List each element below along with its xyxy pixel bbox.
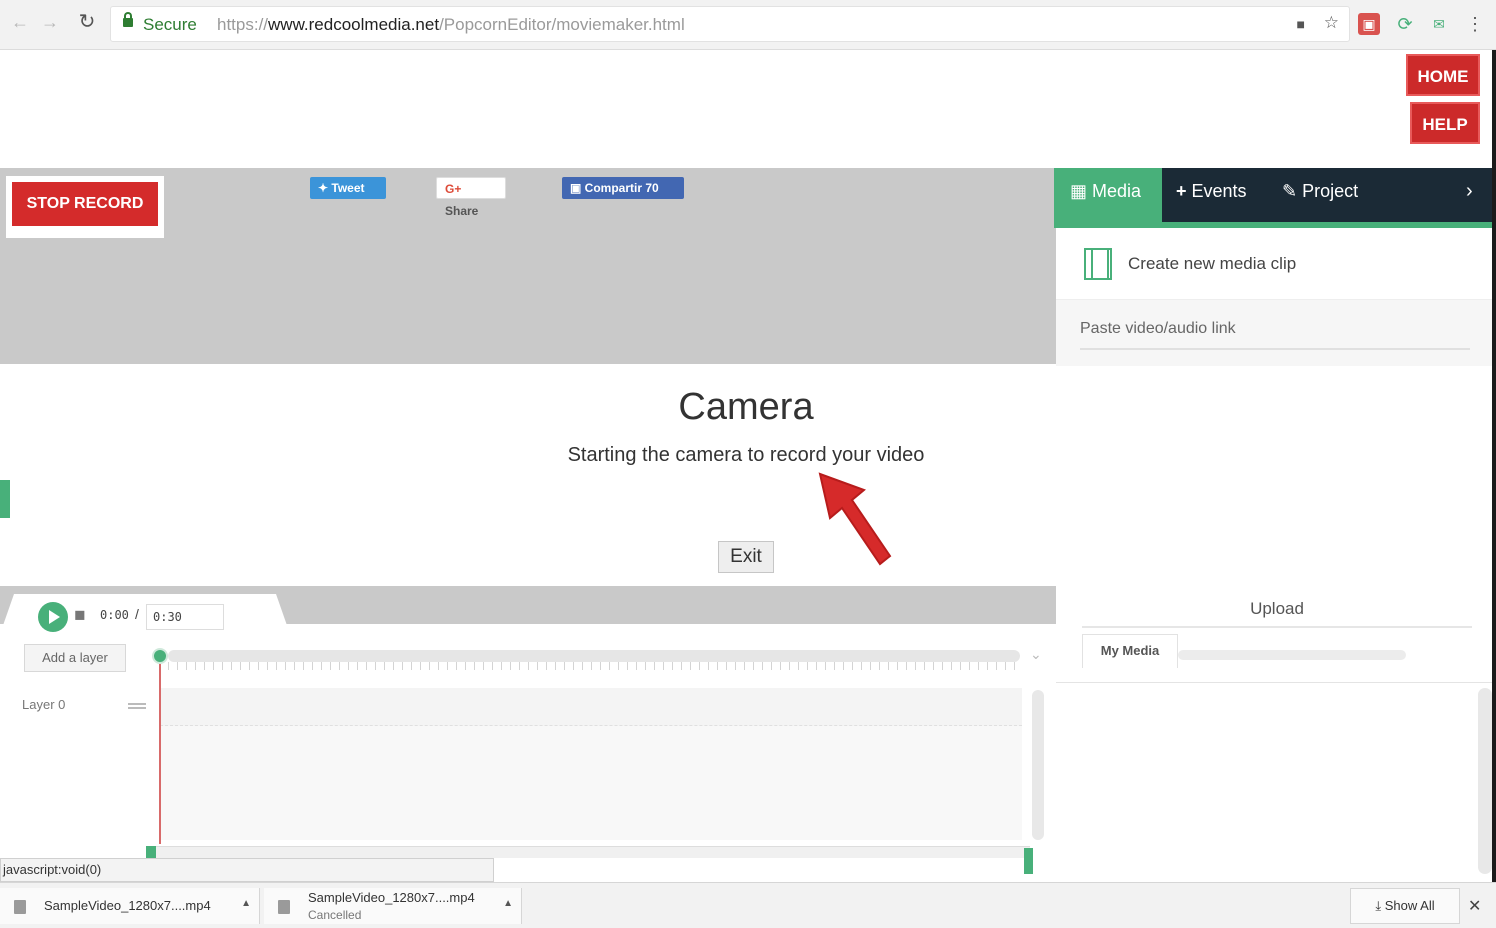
- media-scrollbar[interactable]: [1478, 688, 1492, 874]
- tweet-label: Tweet: [331, 181, 365, 195]
- url-scheme: https://: [217, 15, 269, 34]
- play-button[interactable]: [38, 602, 68, 632]
- google-share-button[interactable]: G+ Share: [436, 177, 506, 218]
- star-icon[interactable]: ☆: [1324, 13, 1339, 33]
- timeline-ticks: [168, 662, 1020, 670]
- paste-link-label: Paste video/audio link: [1080, 320, 1236, 337]
- address-bar[interactable]: Secure https://www.redcoolmedia.net/Popc…: [110, 6, 1350, 42]
- track-area: [160, 726, 1022, 840]
- upload-button[interactable]: Upload: [1082, 590, 1472, 628]
- chevron-up-icon[interactable]: ▲: [241, 898, 251, 909]
- file-icon: [278, 900, 290, 914]
- lock-icon: [123, 12, 133, 27]
- browser-menu-icon[interactable]: ⋮: [1464, 13, 1486, 35]
- exit-button[interactable]: Exit: [718, 541, 774, 573]
- layer-name: Layer 0: [22, 697, 66, 712]
- tab-my-media[interactable]: My Media: [1082, 634, 1178, 668]
- add-layer-button[interactable]: Add a layer: [24, 644, 126, 672]
- forward-icon[interactable]: →: [38, 10, 62, 34]
- tab-project[interactable]: ✎ Project: [1282, 168, 1358, 222]
- facebook-share-label: Compartir 70: [584, 181, 659, 195]
- timeline-horizontal-scrollbar[interactable]: [150, 846, 1030, 858]
- red-arrow-annotation-icon: [818, 472, 892, 566]
- playhead-line: [159, 664, 161, 844]
- show-all-button[interactable]: ⤓ Show All: [1350, 888, 1460, 924]
- camera-subtitle: Starting the camera to record your video: [567, 444, 925, 466]
- stop-record-button[interactable]: STOP RECORD: [12, 182, 158, 226]
- show-all-label: Show All: [1384, 898, 1435, 913]
- side-handle[interactable]: [0, 480, 10, 518]
- extension-refresh-icon[interactable]: ⟳: [1394, 13, 1416, 35]
- google-share-label: Share: [445, 204, 479, 218]
- window-edge: [1492, 50, 1496, 882]
- browser-toolbar: ← → ↻ Secure https://www.redcoolmedia.ne…: [0, 0, 1496, 50]
- chevron-down-icon[interactable]: ⌄: [1030, 646, 1042, 663]
- time-separator: /: [135, 606, 139, 622]
- create-media-clip-label: Create new media clip: [1128, 254, 1297, 273]
- close-icon[interactable]: ✕: [1468, 896, 1481, 916]
- file-icon: [14, 900, 26, 914]
- help-button[interactable]: HELP: [1410, 102, 1480, 144]
- app-window: ← → ↻ Secure https://www.redcoolmedia.ne…: [0, 0, 1496, 928]
- current-time: 0:00: [100, 608, 129, 622]
- tab-events-label: Events: [1191, 181, 1247, 201]
- chevron-up-icon[interactable]: ▲: [503, 898, 513, 909]
- download-filename: SampleVideo_1280x7....mp4: [308, 890, 475, 905]
- url-text[interactable]: https://www.redcoolmedia.net/PopcornEdit…: [217, 15, 685, 35]
- film-icon: ▦: [1070, 181, 1093, 201]
- extension-mail-icon[interactable]: ✉: [1428, 13, 1450, 35]
- download-item[interactable]: SampleVideo_1280x7....mp4 ▲: [0, 888, 260, 924]
- tab-media[interactable]: ▦ Media: [1054, 168, 1162, 222]
- download-filename: SampleVideo_1280x7....mp4: [44, 898, 211, 913]
- download-item[interactable]: SampleVideo_1280x7....mp4 Cancelled ▲: [264, 888, 522, 924]
- editor-panel-tabs: ▦ Media + Events ✎ Project ›: [1054, 168, 1496, 222]
- url-domain: www.redcoolmedia.net: [268, 15, 440, 34]
- duration-input[interactable]: 0:30: [146, 604, 224, 630]
- home-button[interactable]: HOME: [1406, 54, 1480, 96]
- create-media-clip-button[interactable]: Create new media clip: [1056, 228, 1494, 300]
- paste-link-area: Paste video/audio link: [1056, 300, 1494, 366]
- tab-media-label: Media: [1092, 181, 1142, 201]
- layer-track[interactable]: [160, 688, 1022, 726]
- timeline-scrubber[interactable]: [168, 650, 1020, 662]
- timeline-vertical-scrollbar[interactable]: [1032, 690, 1044, 840]
- media-divider: [1056, 682, 1496, 683]
- chevron-right-icon[interactable]: ›: [1466, 168, 1473, 222]
- film-strip-icon: [1084, 248, 1112, 280]
- tab-events[interactable]: + Events: [1176, 168, 1247, 222]
- scrollbar-end-handle[interactable]: [1024, 848, 1033, 874]
- video-preview-area: STOP RECORD ✦ Tweet G+ Share ▣ Compartir…: [0, 168, 1056, 364]
- back-icon[interactable]: ←: [8, 10, 32, 34]
- twitter-icon: ✦: [318, 181, 332, 195]
- facebook-icon: ▣: [570, 181, 585, 195]
- facebook-share-button[interactable]: ▣ Compartir 70: [562, 177, 684, 199]
- plus-icon: +: [1176, 181, 1192, 201]
- paste-link-input[interactable]: [1080, 346, 1470, 350]
- camera-title: Camera: [678, 386, 814, 428]
- stop-record-wrapper: STOP RECORD: [6, 176, 164, 238]
- playhead-handle[interactable]: [152, 648, 168, 664]
- url-path: /PopcornEditor/moviemaker.html: [439, 15, 685, 34]
- media-list: [1056, 684, 1496, 880]
- scrollbar-start-handle[interactable]: [146, 846, 156, 858]
- media-search-bar[interactable]: [1178, 650, 1406, 660]
- google-plus-icon: G+: [445, 182, 462, 196]
- camera-indicator-icon[interactable]: ■: [1297, 16, 1305, 32]
- edit-icon: ✎: [1282, 181, 1303, 201]
- tab-project-label: Project: [1302, 181, 1359, 201]
- download-status: Cancelled: [308, 908, 362, 922]
- reload-icon[interactable]: ↻: [75, 10, 99, 34]
- download-icon: ⤓: [1375, 898, 1385, 913]
- volume-icon[interactable]: ◼: [74, 606, 86, 623]
- layer-menu-icon[interactable]: [128, 703, 146, 705]
- status-bubble: javascript:void(0): [0, 858, 494, 882]
- tweet-button[interactable]: ✦ Tweet: [310, 177, 386, 199]
- secure-label: Secure: [143, 15, 197, 34]
- extension-pdf-icon[interactable]: ▣: [1358, 13, 1380, 35]
